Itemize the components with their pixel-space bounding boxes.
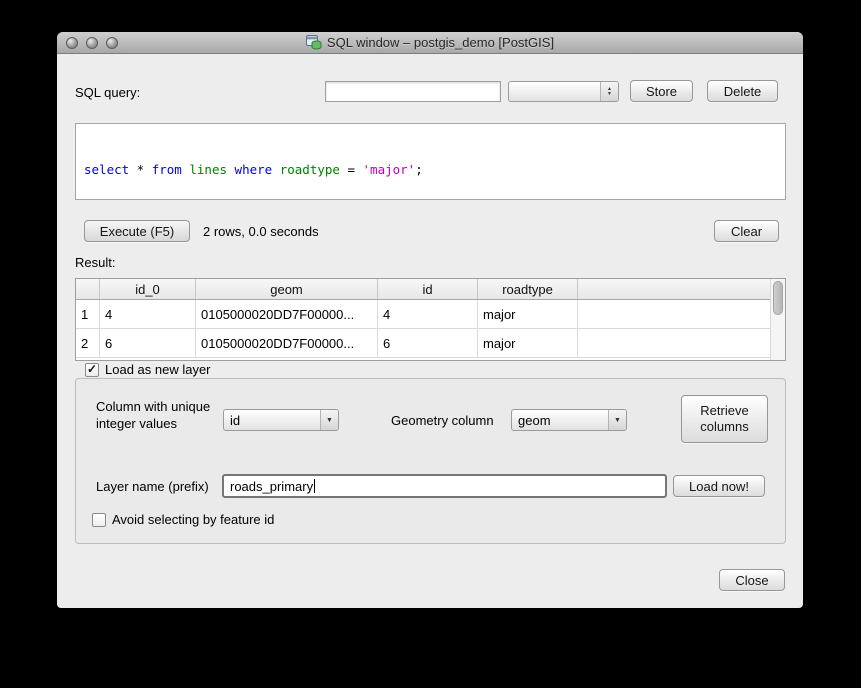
scrollbar-thumb[interactable] xyxy=(773,281,783,315)
header-id-0[interactable]: id_0 xyxy=(100,279,196,299)
sql-code-line: select * from lines where roadtype = 'ma… xyxy=(84,162,777,178)
load-as-new-layer-checkbox[interactable]: ✓ Load as new layer xyxy=(85,362,211,377)
minimize-window-button[interactable] xyxy=(86,37,98,49)
header-filler xyxy=(578,279,785,299)
close-window-button[interactable] xyxy=(66,37,78,49)
cell-geom[interactable]: 0105000020DD7F00000... xyxy=(196,300,378,328)
header-geom[interactable]: geom xyxy=(196,279,378,299)
sql-token xyxy=(227,162,235,177)
saved-query-selected-value xyxy=(509,82,600,101)
window-title: SQL window – postgis_demo [PostGIS] xyxy=(327,35,554,50)
cell-filler xyxy=(578,329,785,357)
checkmark-icon: ✓ xyxy=(87,363,97,375)
geometry-column-label: Geometry column xyxy=(391,413,494,428)
unique-column-label: Column with unique integer values xyxy=(96,398,210,432)
sql-editor[interactable]: select * from lines where roadtype = 'ma… xyxy=(75,123,786,200)
cell-id-0[interactable]: 6 xyxy=(100,329,196,357)
store-button[interactable]: Store xyxy=(630,80,693,102)
sql-token: select xyxy=(84,162,129,177)
sql-token: 'major' xyxy=(363,162,416,177)
header-id[interactable]: id xyxy=(378,279,478,299)
layer-name-input[interactable]: roads_primary xyxy=(222,474,667,498)
cell-id[interactable]: 6 xyxy=(378,329,478,357)
table-row[interactable]: 2 6 0105000020DD7F00000... 6 major xyxy=(76,329,785,358)
cell-roadtype[interactable]: major xyxy=(478,300,578,328)
stepper-arrows: ▲ ▼ xyxy=(600,82,618,101)
sql-token: where xyxy=(235,162,273,177)
sql-token xyxy=(272,162,280,177)
avoid-selecting-checkbox[interactable]: Avoid selecting by feature id xyxy=(92,512,274,527)
result-label: Result: xyxy=(75,255,115,270)
cell-id[interactable]: 4 xyxy=(378,300,478,328)
load-now-button[interactable]: Load now! xyxy=(673,475,765,497)
arrow-down-icon: ▼ xyxy=(326,417,333,424)
saved-query-select[interactable]: ▲ ▼ xyxy=(508,81,619,102)
sql-window-icon xyxy=(306,35,322,50)
checkbox-checked-icon[interactable]: ✓ xyxy=(85,363,99,377)
window-controls xyxy=(66,32,118,53)
zoom-window-button[interactable] xyxy=(106,37,118,49)
layer-name-value: roads_primary xyxy=(230,479,313,494)
titlebar[interactable]: SQL window – postgis_demo [PostGIS] xyxy=(57,32,803,54)
dropdown-arrow: ▼ xyxy=(320,410,338,430)
sql-token: * xyxy=(129,162,152,177)
sql-token: ; xyxy=(415,162,423,177)
result-table: id_0 geom id roadtype 1 4 0105000020DD7F… xyxy=(75,278,786,361)
sql-token: from xyxy=(152,162,182,177)
retrieve-columns-button[interactable]: Retrieve columns xyxy=(681,395,768,443)
close-button[interactable]: Close xyxy=(719,569,785,591)
sql-query-label: SQL query: xyxy=(75,85,140,100)
layer-name-label: Layer name (prefix) xyxy=(96,479,209,494)
cell-id-0[interactable]: 4 xyxy=(100,300,196,328)
query-status-text: 2 rows, 0.0 seconds xyxy=(203,224,319,239)
title-group: SQL window – postgis_demo [PostGIS] xyxy=(306,35,554,50)
avoid-selecting-label: Avoid selecting by feature id xyxy=(112,512,274,527)
cell-geom[interactable]: 0105000020DD7F00000... xyxy=(196,329,378,357)
sql-token: roadtype xyxy=(280,162,340,177)
arrow-down-icon: ▼ xyxy=(614,417,621,424)
arrow-down-icon: ▼ xyxy=(607,92,612,97)
execute-button[interactable]: Execute (F5) xyxy=(84,220,190,242)
cell-rownum: 1 xyxy=(76,300,100,328)
checkbox-unchecked-icon[interactable] xyxy=(92,513,106,527)
header-roadtype[interactable]: roadtype xyxy=(478,279,578,299)
delete-button[interactable]: Delete xyxy=(707,80,778,102)
sql-window: SQL window – postgis_demo [PostGIS] SQL … xyxy=(57,32,803,608)
unique-column-selected-value: id xyxy=(224,410,320,430)
sql-token: lines xyxy=(189,162,227,177)
vertical-scrollbar[interactable] xyxy=(770,279,785,360)
load-as-new-layer-label: Load as new layer xyxy=(105,362,211,377)
sql-token: = xyxy=(340,162,363,177)
result-table-header: id_0 geom id roadtype xyxy=(76,279,785,300)
header-rownum[interactable] xyxy=(76,279,100,299)
cell-rownum: 2 xyxy=(76,329,100,357)
saved-query-name-input[interactable] xyxy=(325,81,501,102)
dropdown-arrow: ▼ xyxy=(608,410,626,430)
clear-button[interactable]: Clear xyxy=(714,220,779,242)
load-options-groupbox: Column with unique integer values id ▼ G… xyxy=(75,378,786,544)
geometry-column-select[interactable]: geom ▼ xyxy=(511,409,627,431)
cell-roadtype[interactable]: major xyxy=(478,329,578,357)
unique-column-select[interactable]: id ▼ xyxy=(223,409,339,431)
table-row[interactable]: 1 4 0105000020DD7F00000... 4 major xyxy=(76,300,785,329)
text-caret xyxy=(314,479,315,493)
cell-filler xyxy=(578,300,785,328)
geometry-column-selected-value: geom xyxy=(512,410,608,430)
